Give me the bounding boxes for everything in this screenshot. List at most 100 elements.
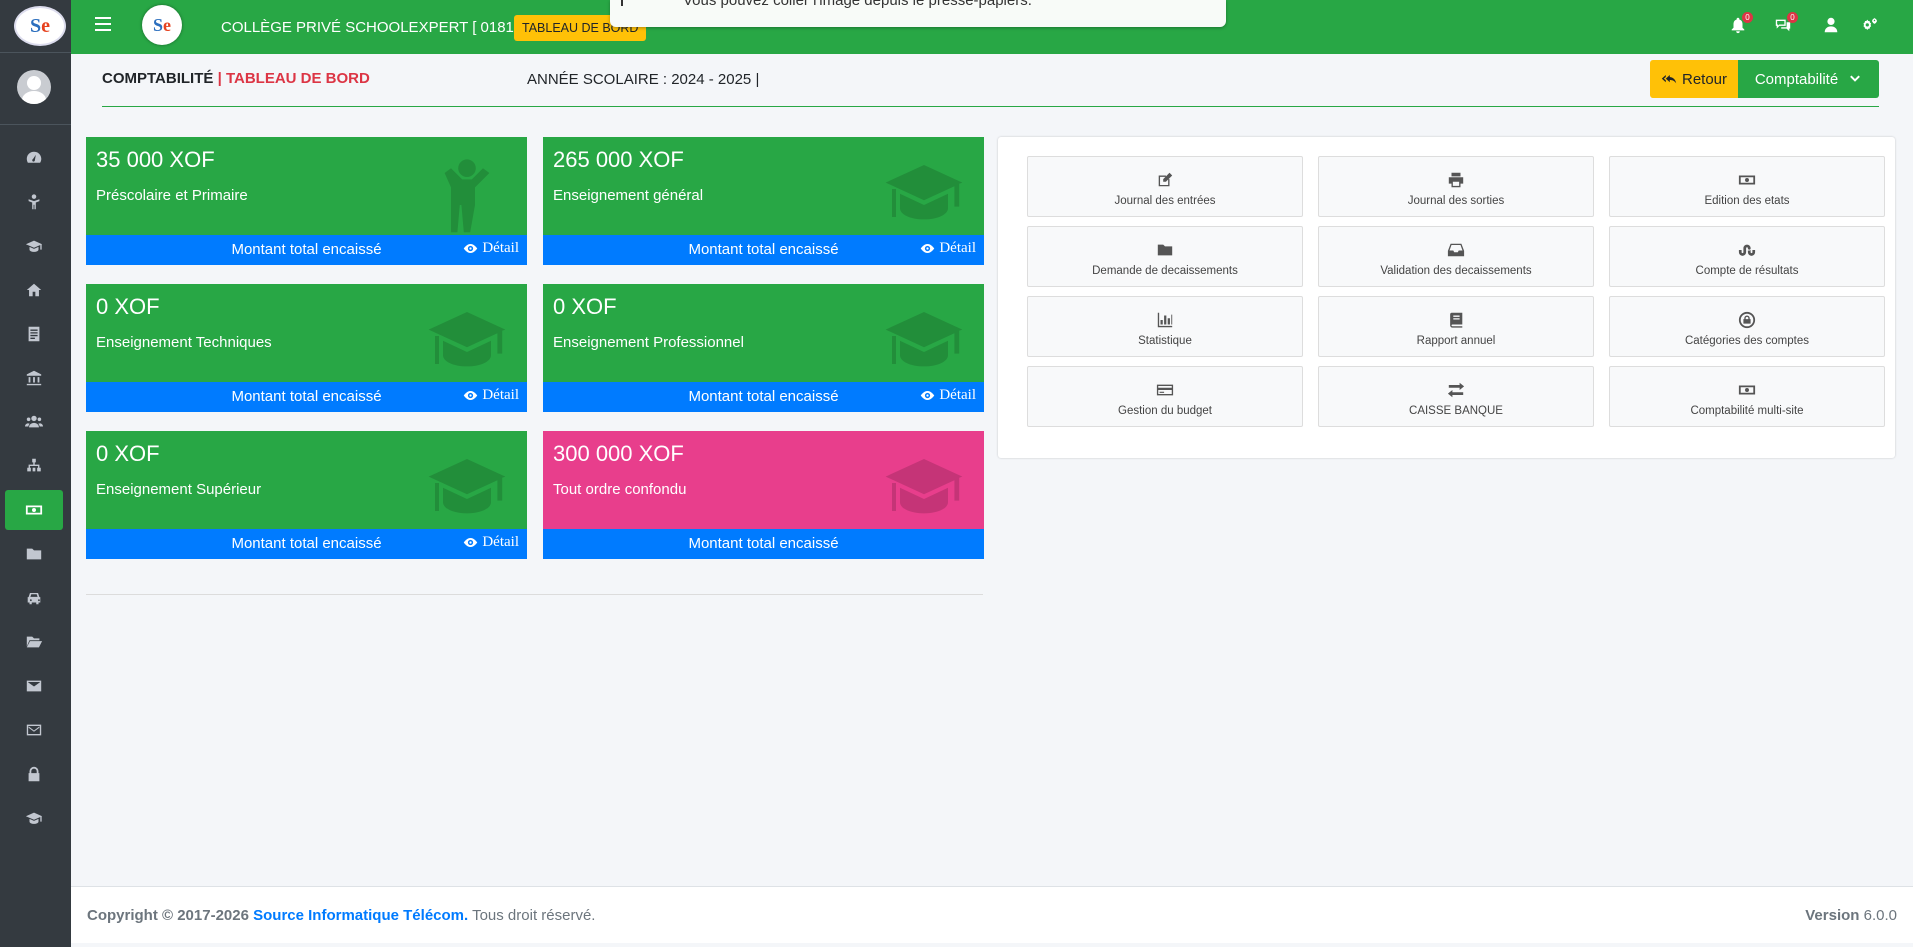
chevron-down-icon — [1850, 75, 1861, 82]
detail-link[interactable]: Détail — [463, 382, 519, 408]
detail-link[interactable]: Détail — [463, 235, 519, 261]
card-amount: 265 000 XOF — [553, 147, 684, 172]
card-enseignement-techniques: 0 XOF Enseignement Techniques Montant tota… — [86, 284, 527, 412]
sitemap-icon — [27, 458, 41, 472]
shortcut-tile[interactable]: Gestion du budget — [1027, 366, 1303, 427]
messages-button[interactable]: 0 — [1774, 12, 1798, 36]
sidebar-item-exams[interactable] — [5, 798, 63, 838]
page-footer: Copyright © 2017-2026 Source Informatiqu… — [71, 886, 1913, 943]
card-amount: 0 XOF — [96, 441, 160, 466]
folder-icon — [26, 548, 42, 560]
shortcut-tile[interactable]: Rapport annuel — [1318, 296, 1594, 357]
accounting-shortcuts-panel: Journal des entrées Journal des sorties Ed… — [998, 137, 1895, 458]
app-logo[interactable]: Se — [14, 6, 66, 46]
card-label: Tout ordre confondu — [553, 481, 687, 498]
sidebar-item-archives[interactable] — [5, 622, 63, 662]
shortcut-label: Journal des sorties — [1407, 195, 1505, 207]
card-footer-label: Montant total encaissé — [231, 388, 382, 405]
shortcut-label: Edition des etats — [1704, 195, 1790, 207]
envelope-outline-icon — [26, 724, 42, 736]
shortcut-tile[interactable]: Edition des etats — [1609, 156, 1885, 217]
shortcut-tile[interactable]: Compte de résultats — [1609, 226, 1885, 287]
school-logo: Se — [142, 5, 182, 45]
version-label: Version — [1805, 907, 1860, 924]
shortcut-tile[interactable]: Journal des entrées — [1027, 156, 1303, 217]
back-button-label: Retour — [1681, 70, 1728, 88]
eye-icon — [464, 537, 478, 547]
shortcut-label: Journal des entrées — [1114, 195, 1216, 207]
shortcut-tile[interactable]: Journal des sorties — [1318, 156, 1594, 217]
card-enseignement-professionnel: 0 XOF Enseignement Professionnel Montant t… — [543, 284, 984, 412]
sidebar-item-students[interactable] — [5, 182, 63, 222]
card-amount: 35 000 XOF — [96, 147, 215, 172]
shortcut-label: Validation des decaissements — [1380, 265, 1532, 277]
shortcut-tile[interactable]: CAISSE BANQUE — [1318, 366, 1594, 427]
notifications-button[interactable]: 0 — [1729, 12, 1753, 36]
profile-button[interactable] — [1822, 16, 1842, 36]
shortcut-tile[interactable]: Comptabilité multi-site — [1609, 366, 1885, 427]
card-footer: Montant total encaissé Détail — [86, 235, 527, 265]
cards-divider — [86, 594, 983, 595]
avatar[interactable] — [17, 70, 51, 104]
detail-link[interactable]: Détail — [463, 529, 519, 555]
graduation-cap-icon — [25, 812, 43, 824]
sidebar-item-dashboard[interactable] — [5, 138, 63, 178]
title-separator: | — [217, 70, 222, 87]
sidebar-item-documents[interactable] — [5, 314, 63, 354]
sidebar-item-files[interactable] — [5, 534, 63, 574]
sidebar-item-accounting[interactable] — [5, 490, 63, 530]
inbox-icon — [1319, 241, 1593, 259]
back-button[interactable]: Retour — [1650, 60, 1738, 98]
messages-count: 0 — [1787, 12, 1798, 23]
card-amount: 0 XOF — [96, 294, 160, 319]
sidebar-item-security[interactable] — [5, 754, 63, 794]
detail-link[interactable]: Détail — [920, 235, 976, 261]
menu-toggle-icon[interactable] — [95, 17, 111, 31]
users-icon — [25, 415, 43, 428]
detail-link[interactable]: Détail — [920, 382, 976, 408]
card-label: Enseignement Supérieur — [96, 481, 262, 498]
shortcut-label: CAISSE BANQUE — [1409, 405, 1503, 417]
card-footer: Montant total encaissé Détail — [543, 382, 984, 412]
accounting-menu-button[interactable]: Comptabilité — [1738, 60, 1879, 98]
book-icon — [1319, 311, 1593, 329]
detail-label: Détail — [482, 240, 519, 256]
card-footer: Montant total encaissé Détail — [86, 529, 527, 559]
lock-circle-icon — [1610, 311, 1884, 329]
shortcut-tile[interactable]: Validation des decaissements — [1318, 226, 1594, 287]
shortcut-label: Compte de résultats — [1695, 265, 1799, 277]
company-link[interactable]: Source Informatique Télécom. — [253, 907, 468, 924]
sidebar-item-mail[interactable] — [5, 710, 63, 750]
subsection-title: TABLEAU DE BORD — [225, 70, 370, 87]
money-bill-icon — [1610, 381, 1884, 399]
sidebar-item-organization[interactable] — [5, 446, 63, 486]
sidebar-item-users[interactable] — [5, 402, 63, 442]
copyright: Copyright © 2017-2026 Source Informatiqu… — [87, 907, 595, 924]
card-footer: Montant total encaissé Détail — [86, 382, 527, 412]
shortcut-tile[interactable]: Statistique — [1027, 296, 1303, 357]
shortcut-tile[interactable]: Catégories des comptes — [1609, 296, 1885, 357]
eye-icon — [921, 243, 935, 253]
card-amount: 0 XOF — [553, 294, 617, 319]
sidebar-item-messages[interactable] — [5, 666, 63, 706]
sidebar-divider — [0, 124, 71, 125]
toast-accent — [621, 0, 623, 6]
home-icon — [26, 283, 42, 297]
shortcut-tile[interactable]: Demande de decaissements — [1027, 226, 1303, 287]
settings-button[interactable] — [1861, 16, 1881, 36]
sidebar: Se — [0, 0, 71, 947]
detail-label: Détail — [482, 534, 519, 550]
sidebar-item-home[interactable] — [5, 270, 63, 310]
sidebar-item-bank[interactable] — [5, 358, 63, 398]
lock-icon — [28, 766, 40, 782]
notifications-count: 0 — [1742, 12, 1753, 23]
folder-open-icon — [26, 636, 43, 648]
edit-icon — [1028, 171, 1302, 189]
sidebar-item-transport[interactable] — [5, 578, 63, 618]
card-enseignement-general: 265 000 XOF Enseignement général Montant t… — [543, 137, 984, 265]
car-icon — [27, 593, 41, 605]
sidebar-item-classes[interactable] — [5, 226, 63, 266]
dashboard-icon — [26, 151, 42, 163]
card-footer-label: Montant total encaissé — [688, 535, 839, 552]
exchange-icon — [1319, 381, 1593, 399]
